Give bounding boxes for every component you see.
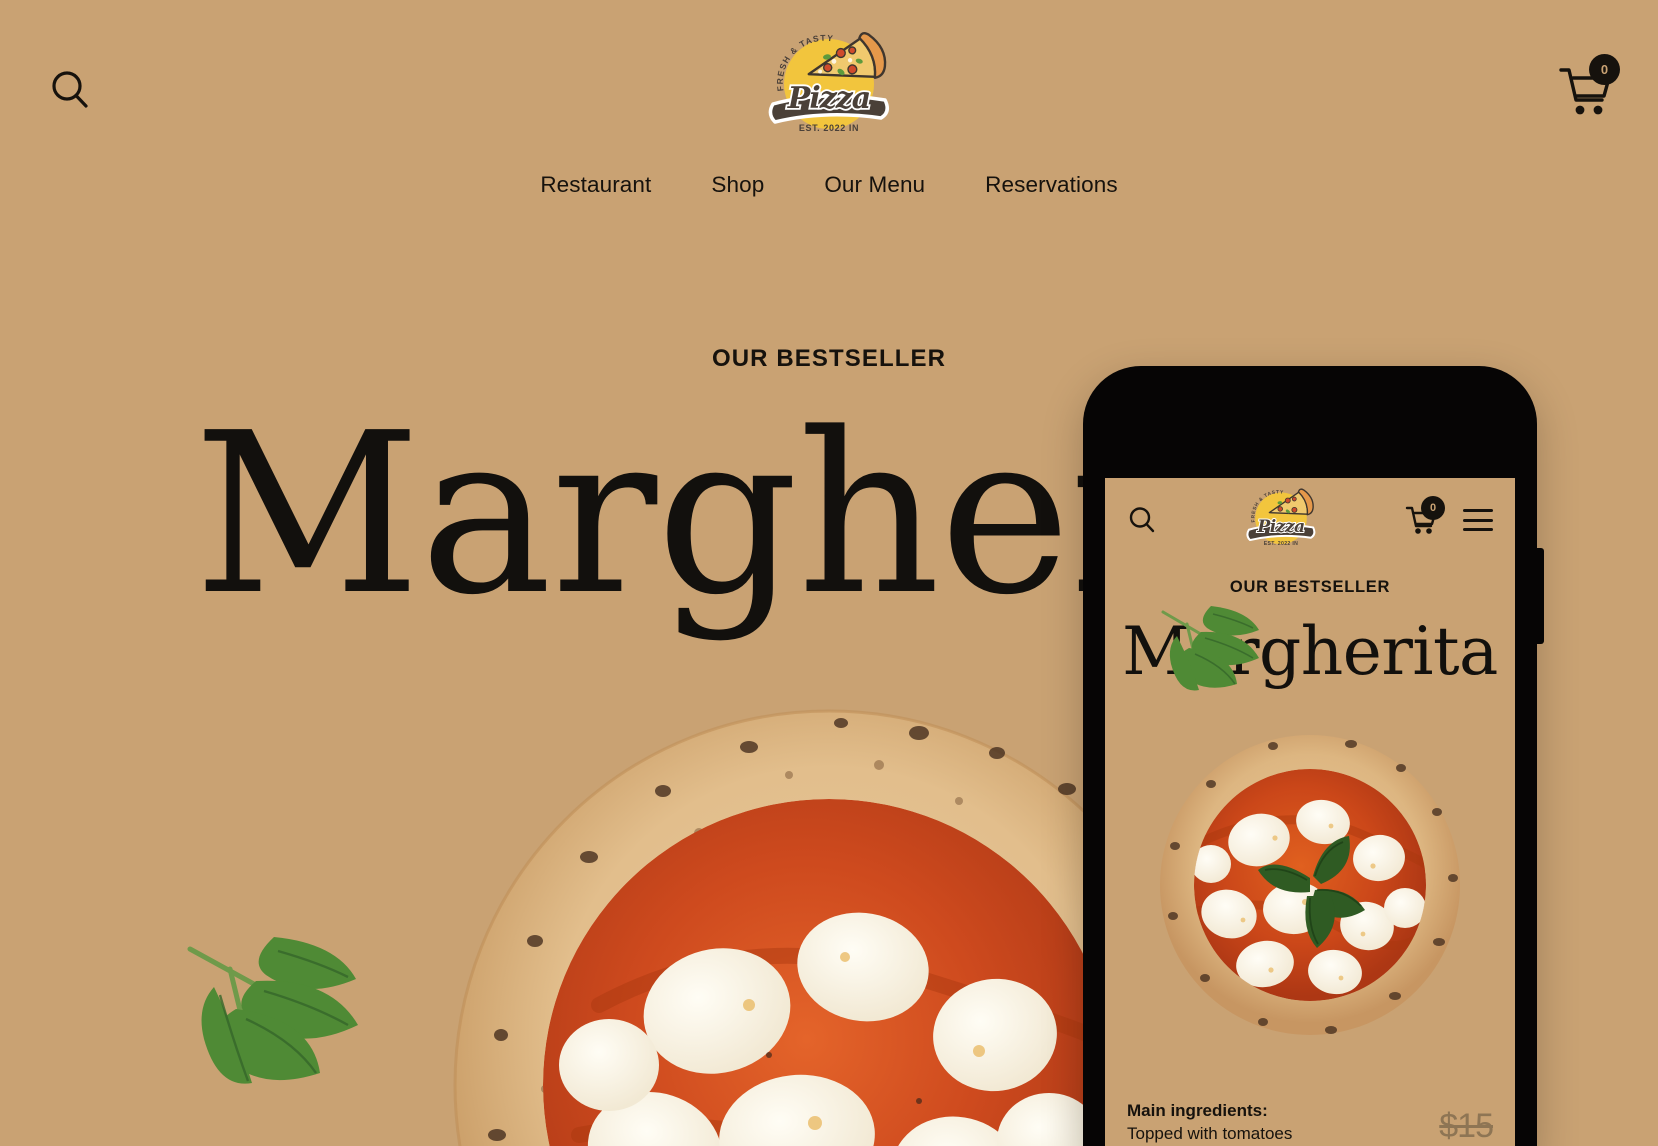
phone-page-title: Margherita (1122, 613, 1498, 690)
basil-leaf-sprig-icon (178, 925, 378, 1105)
svg-text:Pizza: Pizza (787, 81, 870, 116)
phone-mockup: FRESH & TASTY Pizza EST. 2022 IN 0 OUR B… (1083, 366, 1544, 1146)
phone-product-price: $15 (1439, 1107, 1494, 1145)
phone-side-button[interactable] (1537, 548, 1544, 644)
cart-button[interactable]: 0 (1558, 54, 1620, 120)
phone-cart-button[interactable]: 0 (1405, 496, 1445, 536)
phone-header: FRESH & TASTY Pizza EST. 2022 IN 0 (1105, 478, 1515, 562)
page-root: OUR BESTSELLER Margherita FRESH & TASTY … (0, 0, 1658, 1146)
phone-cart-count-badge: 0 (1421, 496, 1445, 520)
cart-count-badge: 0 (1589, 54, 1620, 85)
nav-item-our-menu[interactable]: Our Menu (822, 168, 927, 202)
svg-text:EST. 2022 IN: EST. 2022 IN (799, 123, 859, 133)
nav-item-shop[interactable]: Shop (709, 168, 766, 202)
search-icon (52, 71, 88, 108)
pizza-brand-logo[interactable]: FRESH & TASTY Pizza EST. 2022 IN (761, 26, 897, 146)
nav-item-restaurant[interactable]: Restaurant (538, 168, 653, 202)
phone-ingredients-block: Main ingredients: Topped with tomatoes (1127, 1100, 1292, 1146)
phone-brand-logo[interactable]: FRESH & TASTY Pizza EST. 2022 IN (1242, 485, 1320, 555)
nav-item-reservations[interactable]: Reservations (983, 168, 1120, 202)
svg-text:Pizza: Pizza (1256, 517, 1304, 537)
phone-pizza-image (1155, 730, 1465, 1040)
main-navigation: Restaurant Shop Our Menu Reservations (0, 168, 1658, 202)
phone-ingredients-label: Main ingredients: (1127, 1101, 1268, 1121)
phone-screen: FRESH & TASTY Pizza EST. 2022 IN 0 OUR B… (1105, 478, 1515, 1146)
svg-text:EST. 2022 IN: EST. 2022 IN (1264, 541, 1299, 547)
phone-eyebrow: OUR BESTSELLER (1229, 578, 1391, 596)
hamburger-menu-icon[interactable] (1463, 509, 1493, 531)
site-header: FRESH & TASTY Pizza EST. 2022 IN 0 (0, 0, 1658, 160)
search-icon (1129, 507, 1155, 533)
phone-ingredients-text: Topped with tomatoes (1127, 1124, 1293, 1144)
search-button[interactable] (48, 68, 92, 112)
phone-product-info: Main ingredients: Topped with tomatoes $… (1105, 1100, 1515, 1146)
phone-search-button[interactable] (1127, 505, 1157, 535)
